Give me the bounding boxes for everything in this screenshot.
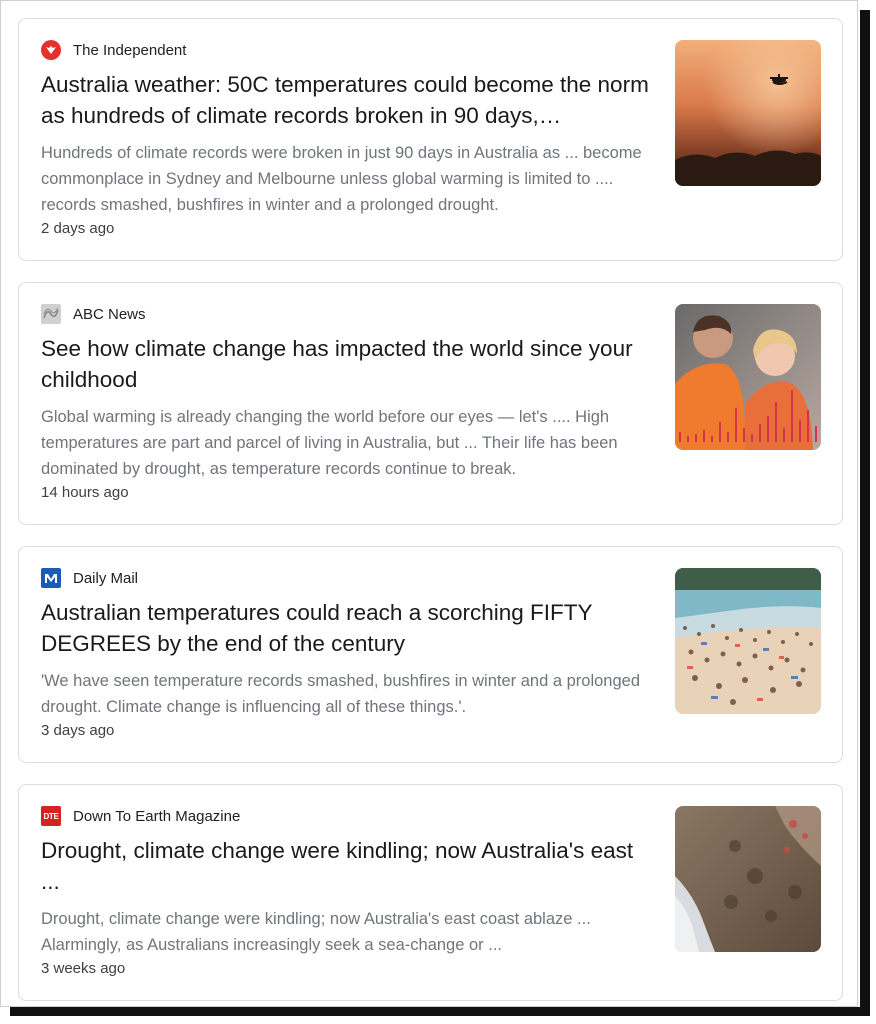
helicopter-smoke-image bbox=[675, 40, 821, 186]
abc-wave-icon bbox=[41, 304, 61, 324]
frame-shadow-right bbox=[860, 10, 870, 1013]
thumbnail-image[interactable] bbox=[675, 304, 821, 450]
timestamp: 3 weeks ago bbox=[41, 960, 126, 977]
thumbnail-image[interactable] bbox=[675, 40, 821, 186]
source-row: The Independent bbox=[41, 39, 186, 61]
thumbnail-image[interactable] bbox=[675, 568, 821, 714]
source-row: Daily Mail bbox=[41, 567, 138, 589]
timestamp: 2 days ago bbox=[41, 220, 115, 237]
snippet: Drought, climate change were kindling; n… bbox=[41, 910, 591, 954]
timestamp: 3 days ago bbox=[41, 722, 115, 739]
source-name[interactable]: Down To Earth Magazine bbox=[73, 808, 240, 825]
snippet: Global warming is already changing the w… bbox=[41, 408, 618, 478]
timestamp: 14 hours ago bbox=[41, 484, 129, 501]
snippet: Hundreds of climate records were broken … bbox=[41, 144, 642, 214]
results-panel: The Independent Australia weather: 50C t… bbox=[0, 0, 858, 1007]
news-card-abc[interactable]: ABC News See how climate change has impa… bbox=[18, 282, 843, 525]
snippet: 'We have seen temperature records smashe… bbox=[41, 672, 641, 716]
headline-link[interactable]: Australia weather: 50C temperatures coul… bbox=[41, 69, 653, 131]
source-name[interactable]: ABC News bbox=[73, 306, 146, 323]
news-card-dailymail[interactable]: Daily Mail Australian temperatures could… bbox=[18, 546, 843, 763]
headline-link[interactable]: See how climate change has impacted the … bbox=[41, 333, 653, 395]
source-name[interactable]: Daily Mail bbox=[73, 570, 138, 587]
dte-logo-icon: DTE bbox=[41, 806, 61, 826]
news-card-independent[interactable]: The Independent Australia weather: 50C t… bbox=[18, 18, 843, 261]
headline-link[interactable]: Australian temperatures could reach a sc… bbox=[41, 597, 653, 659]
aerial-coastline-image bbox=[675, 806, 821, 952]
frame-shadow-bottom bbox=[10, 1007, 870, 1016]
news-card-downtoearth[interactable]: DTE Down To Earth Magazine Drought, clim… bbox=[18, 784, 843, 1001]
source-row: DTE Down To Earth Magazine bbox=[41, 805, 240, 827]
thumbnail-image[interactable] bbox=[675, 806, 821, 952]
mother-child-chart-image bbox=[675, 304, 821, 450]
dailymail-m-icon bbox=[41, 568, 61, 588]
headline-link[interactable]: Drought, climate change were kindling; n… bbox=[41, 835, 653, 897]
source-name[interactable]: The Independent bbox=[73, 42, 186, 59]
news-results-page: The Independent Australia weather: 50C t… bbox=[0, 0, 876, 1024]
independent-eagle-icon bbox=[41, 40, 61, 60]
crowded-beach-image bbox=[675, 568, 821, 714]
source-row: ABC News bbox=[41, 303, 146, 325]
